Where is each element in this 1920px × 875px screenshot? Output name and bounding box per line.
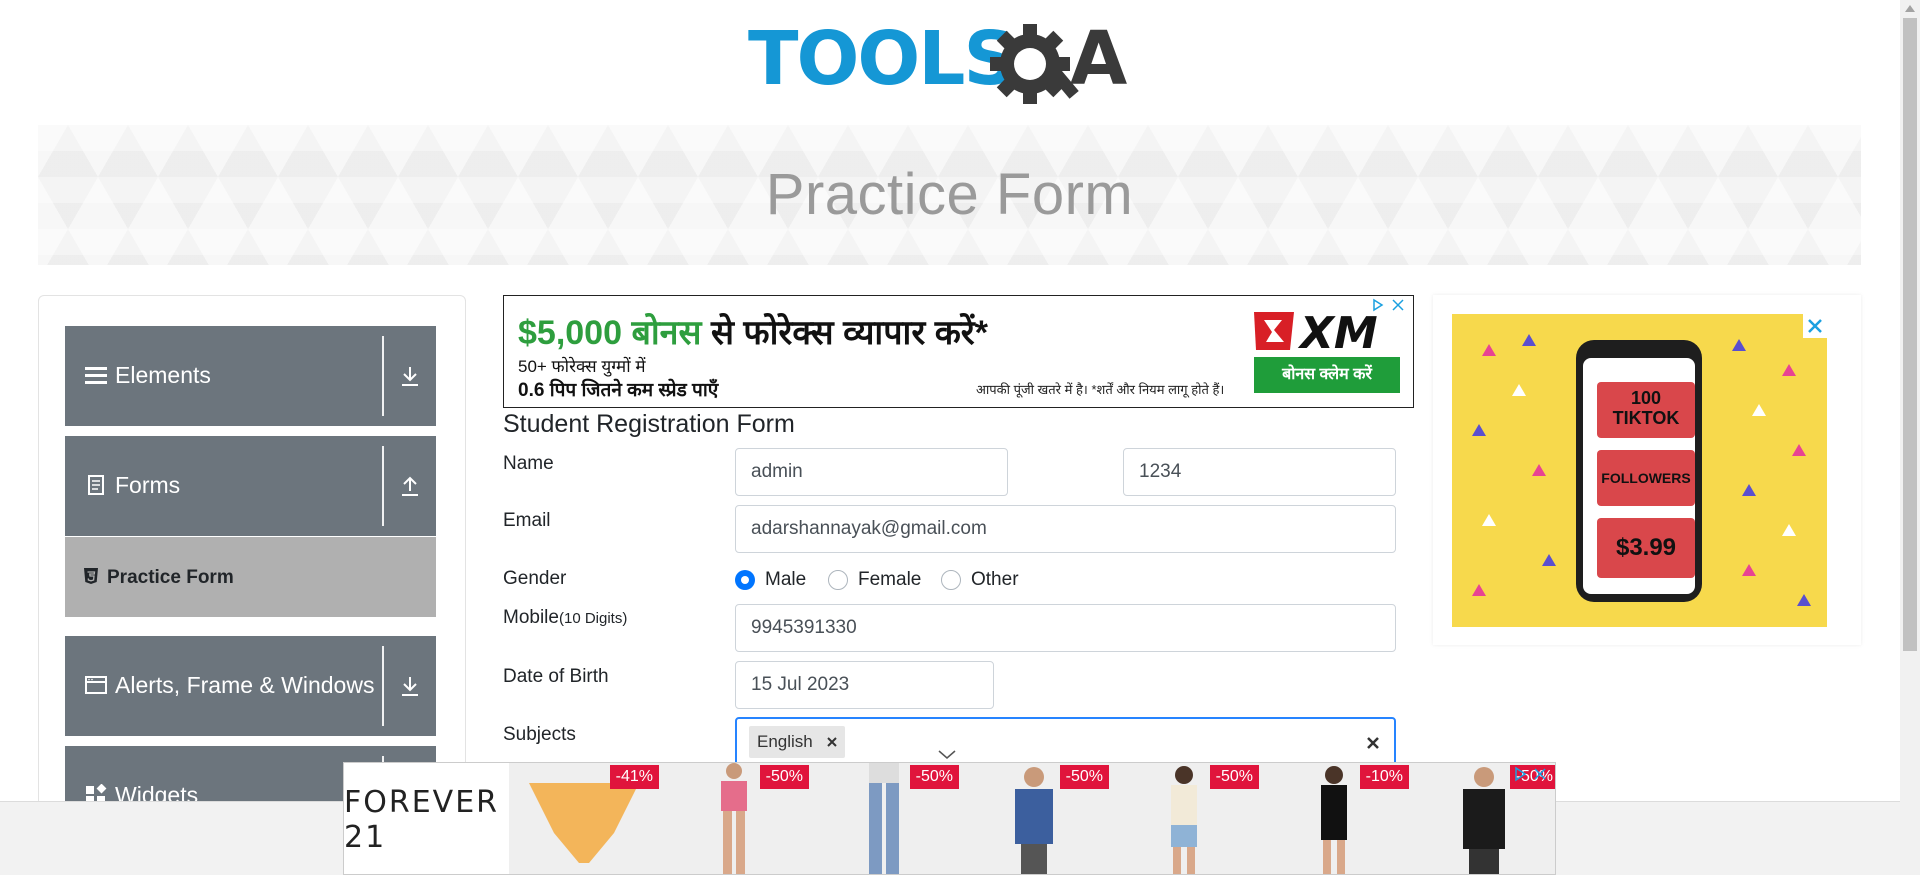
- document-icon: [88, 475, 104, 495]
- forever21-advertisement[interactable]: FOREVER 21 -41% -50% -50% -50% -50% -10%…: [343, 762, 1556, 875]
- window-icon: [85, 676, 107, 694]
- radio-button[interactable]: [828, 570, 848, 590]
- sidebar-item-label: Practice Form: [107, 567, 234, 588]
- sidebar-item-practice-form[interactable]: Practice Form: [65, 537, 436, 617]
- ad-product[interactable]: -50%: [959, 763, 1109, 874]
- ad-close-button[interactable]: [1803, 314, 1827, 338]
- subject-tag-label: English: [757, 732, 813, 751]
- model-image: [1463, 767, 1505, 874]
- last-name-input[interactable]: 1234: [1123, 448, 1396, 496]
- mobile-label: Mobile(10 Digits): [503, 607, 627, 629]
- radio-label: Female: [858, 569, 922, 590]
- clear-icon[interactable]: [1365, 735, 1381, 751]
- ad-claim-bonus-button[interactable]: बोनस क्लेम करें: [1254, 357, 1400, 393]
- ad-bonus-amount: $5,000 बोनस: [518, 314, 702, 352]
- menu-icon: [85, 367, 107, 384]
- ad-brand-text: XM: [1297, 308, 1378, 356]
- scrollbar-thumb[interactable]: [1903, 18, 1917, 651]
- mobile-hint: (10 Digits): [558, 610, 628, 627]
- model-image: [1015, 767, 1053, 874]
- ad-count-box: 100 TIKTOK: [1597, 382, 1695, 438]
- radio-label: Male: [765, 569, 807, 590]
- ad-headline: $5,000 बोनस से फोरेक्स व्यापार करें*: [518, 308, 988, 354]
- ad-platform: TIKTOK: [1612, 408, 1680, 428]
- adchoices-icon[interactable]: [1371, 298, 1405, 312]
- discount-badge: -50%: [909, 765, 959, 789]
- xm-logo: XM: [1254, 308, 1378, 356]
- discount-badge: -41%: [609, 765, 659, 789]
- dob-label: Date of Birth: [503, 666, 609, 687]
- gender-label: Gender: [503, 568, 567, 589]
- subject-tag: English: [749, 726, 845, 758]
- remove-tag-icon[interactable]: [825, 735, 839, 749]
- ad-price: $3.99: [1597, 518, 1695, 578]
- ad-image: 100 TIKTOK FOLLOWERS $3.99: [1452, 314, 1827, 627]
- sidebar-group-elements[interactable]: Elements: [65, 326, 436, 426]
- date-of-birth-input[interactable]: 15 Jul 2023: [735, 661, 994, 709]
- discount-badge: -50%: [759, 765, 809, 789]
- mobile-label-text: Mobile: [503, 607, 559, 628]
- page-banner: Practice Form: [38, 125, 1861, 265]
- discount-badge: -50%: [1059, 765, 1109, 789]
- discount-badge: -10%: [1359, 765, 1409, 789]
- svg-text:A: A: [1070, 18, 1127, 102]
- download-arrow-icon: [402, 677, 418, 696]
- model-image: [1171, 766, 1197, 874]
- forex-advertisement[interactable]: $5,000 बोनस से फोरेक्स व्यापार करें* 50+…: [503, 295, 1414, 408]
- sidebar-group-forms[interactable]: Forms: [65, 436, 436, 536]
- divider: [382, 336, 384, 416]
- chevron-down-icon: [938, 750, 956, 759]
- sidebar-group-alerts[interactable]: Alerts, Frame & Windows: [65, 636, 436, 736]
- svg-text:TOOLS: TOOLS: [748, 18, 1015, 102]
- page-title: Practice Form: [765, 162, 1134, 227]
- divider: [382, 646, 384, 726]
- ad-line-1: 50+ फोरेक्स युग्मों में: [518, 357, 646, 376]
- ad-risk-disclaimer: आपकी पूंजी खतरे में है। *शर्तें और नियम …: [976, 382, 1225, 397]
- radio-label: Other: [971, 569, 1019, 590]
- mobile-input[interactable]: 9945391330: [735, 604, 1396, 652]
- phone-illustration: 100 TIKTOK FOLLOWERS $3.99: [1576, 340, 1702, 602]
- gender-radio-other[interactable]: Other: [941, 567, 1019, 593]
- form-title: Student Registration Form: [503, 410, 795, 438]
- ad-line-2: 0.6 पिप जितने कम स्प्रेड पाएँ: [518, 380, 719, 401]
- model-image: [1321, 766, 1347, 874]
- scroll-up-arrow-icon[interactable]: [1905, 4, 1915, 12]
- discount-badge: -50%: [1209, 765, 1259, 789]
- upload-arrow-icon: [402, 476, 418, 496]
- email-input[interactable]: adarshannayak@gmail.com: [735, 505, 1396, 553]
- ad-product[interactable]: -10%: [1259, 763, 1409, 874]
- radio-button[interactable]: [941, 570, 961, 590]
- subjects-input[interactable]: English: [735, 717, 1396, 767]
- model-image: [721, 763, 747, 874]
- ad-product[interactable]: -41%: [509, 763, 659, 874]
- gender-radio-male[interactable]: Male: [735, 567, 806, 593]
- download-arrow-icon: [402, 367, 418, 386]
- sidebar-group-label: Forms: [115, 472, 181, 498]
- close-icon[interactable]: [1803, 314, 1827, 338]
- sidebar-group-label: Elements: [115, 362, 211, 388]
- gender-radio-female[interactable]: Female: [828, 567, 921, 593]
- ad-followers: FOLLOWERS: [1597, 450, 1695, 506]
- ad-product[interactable]: -50%: [809, 763, 959, 874]
- ad-brand-logo: FOREVER 21: [344, 763, 509, 874]
- ad-count: 100: [1630, 388, 1662, 408]
- radio-button-checked[interactable]: [735, 570, 755, 590]
- toolsqa-logo[interactable]: TOOLS A: [748, 16, 1154, 114]
- ad-headline-rest: से फोरेक्स व्यापार करें*: [701, 314, 988, 352]
- ad-product[interactable]: -50%: [659, 763, 809, 874]
- ad-product[interactable]: -50%: [1109, 763, 1259, 874]
- html5-icon: [84, 568, 98, 584]
- name-label: Name: [503, 453, 554, 474]
- tiktok-advertisement[interactable]: 100 TIKTOK FOLLOWERS $3.99: [1433, 295, 1861, 645]
- subjects-label: Subjects: [503, 724, 576, 745]
- divider: [382, 446, 384, 526]
- email-label: Email: [503, 510, 551, 531]
- vertical-scrollbar[interactable]: [1900, 0, 1920, 875]
- adchoices-close-icon[interactable]: [1513, 766, 1549, 782]
- model-image: [869, 763, 899, 874]
- sidebar-group-label: Alerts, Frame & Windows: [115, 672, 375, 698]
- first-name-input[interactable]: admin: [735, 448, 1008, 496]
